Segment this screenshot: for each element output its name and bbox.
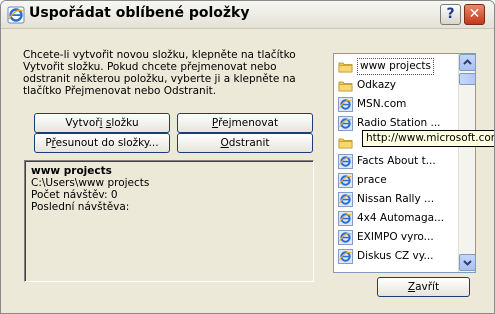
organize-favorites-dialog: Uspořádat oblíbené položky ? ✕ Chcete-li… bbox=[0, 0, 495, 314]
scroll-down-button[interactable] bbox=[459, 254, 475, 271]
url-tooltip: http://www.microsoft.com bbox=[362, 130, 494, 147]
list-item[interactable]: Diskus CZ vy... bbox=[338, 247, 456, 266]
list-item[interactable]: Nissan Rally ... bbox=[338, 190, 456, 209]
title-bar[interactable]: Uspořádat oblíbené položky ? ✕ bbox=[1, 1, 494, 29]
create-folder-button[interactable]: Vytvoři složku bbox=[34, 113, 170, 133]
ie-page-icon bbox=[338, 116, 353, 131]
last-visit: Poslední návštěva: bbox=[31, 201, 130, 213]
instruction-text: Chcete-li vytvořit novou složku, klepnět… bbox=[23, 49, 296, 97]
chevron-down-icon bbox=[463, 260, 472, 266]
list-item[interactable]: Odkazy bbox=[338, 76, 456, 95]
chevron-up-icon bbox=[463, 59, 472, 65]
selected-item-info: www projects C:\Users\www projects Počet… bbox=[24, 160, 314, 282]
ie-page-icon bbox=[338, 192, 353, 207]
close-window-button[interactable]: ✕ bbox=[464, 4, 485, 25]
scroll-thumb[interactable] bbox=[459, 73, 475, 85]
ie-favorites-icon bbox=[7, 6, 25, 24]
ie-page-icon bbox=[338, 249, 353, 264]
list-item-label: prace bbox=[357, 174, 387, 186]
help-button[interactable]: ? bbox=[440, 4, 461, 25]
list-item-label: MSN.com bbox=[357, 98, 407, 110]
folder-icon bbox=[338, 81, 353, 92]
list-item-label: Facts About t... bbox=[357, 155, 436, 167]
list-item[interactable]: 4x4 Automaga... bbox=[338, 209, 456, 228]
delete-button[interactable]: Odstranit bbox=[177, 133, 313, 153]
rename-button[interactable]: Přejmenovat bbox=[177, 113, 313, 133]
folder-icon bbox=[338, 62, 353, 73]
list-item[interactable]: Facts About t... bbox=[338, 152, 456, 171]
ie-page-icon bbox=[338, 97, 353, 112]
list-item[interactable]: MSN.com bbox=[338, 95, 456, 114]
ie-page-icon bbox=[338, 230, 353, 245]
list-item-label: Diskus CZ vy... bbox=[357, 250, 434, 262]
ie-page-icon bbox=[338, 211, 353, 226]
scroll-up-button[interactable] bbox=[459, 54, 475, 71]
list-item[interactable]: www projects bbox=[338, 57, 456, 76]
list-item-label: Nissan Rally ... bbox=[357, 193, 435, 205]
visit-count: Počet návštěv: 0 bbox=[31, 189, 118, 201]
list-item[interactable]: EXIMPO vyro... bbox=[338, 228, 456, 247]
selected-item-path: C:\Users\www projects bbox=[31, 177, 150, 189]
list-scrollbar[interactable] bbox=[458, 54, 475, 272]
ie-page-icon bbox=[338, 173, 353, 188]
ie-page-icon bbox=[338, 154, 353, 169]
list-item-label: www projects bbox=[357, 58, 435, 75]
move-to-folder-button[interactable]: Přesunout do složky... bbox=[34, 133, 170, 153]
list-item-label: Odkazy bbox=[357, 79, 396, 91]
close-button[interactable]: Zavřít bbox=[377, 277, 470, 297]
folder-icon bbox=[338, 138, 353, 149]
favorites-list[interactable]: www projects Odkazy MSN.com Radio Station .… bbox=[333, 53, 476, 273]
list-item-label: EXIMPO vyro... bbox=[357, 231, 434, 243]
list-item[interactable]: prace bbox=[338, 171, 456, 190]
list-item-label: 4x4 Automaga... bbox=[357, 212, 445, 224]
dialog-title: Uspořádat oblíbené položky bbox=[29, 5, 250, 21]
selected-item-name: www projects bbox=[31, 165, 112, 177]
